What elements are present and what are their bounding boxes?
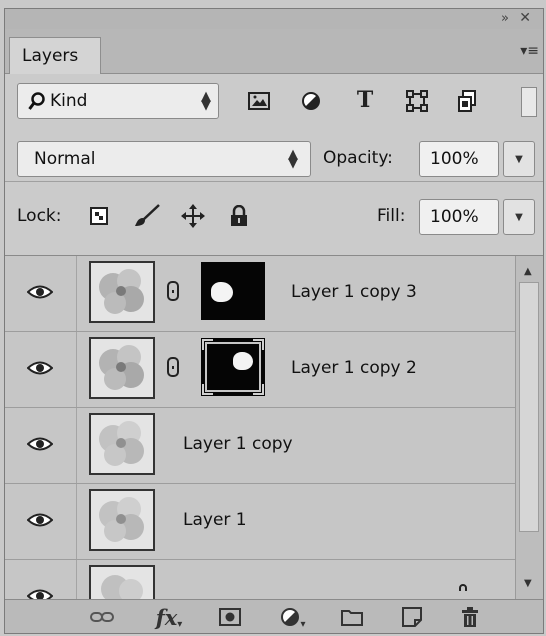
fill-input[interactable]: 100% xyxy=(419,199,499,235)
eye-visibility-icon[interactable] xyxy=(27,436,53,452)
mask-selection-corners xyxy=(202,339,264,395)
bottom-toolbar: fx ▾ ▾ xyxy=(5,599,543,633)
visibility-cell[interactable] xyxy=(5,408,77,483)
mask-link-icon[interactable] xyxy=(167,281,179,301)
blend-row: Normal ▲ ▼ Opacity: 100% ▼ xyxy=(5,127,543,181)
new-group-folder-icon[interactable] xyxy=(337,604,367,630)
layer-row[interactable]: Layer 1 copy 2 xyxy=(5,332,515,408)
layer-thumbnail[interactable] xyxy=(89,413,155,475)
layer-row[interactable]: Layer 1 xyxy=(5,484,515,560)
visibility-cell[interactable] xyxy=(5,256,77,331)
tab-layers[interactable]: Layers xyxy=(9,37,101,74)
fx-label: fx xyxy=(155,604,178,630)
eye-visibility-icon[interactable] xyxy=(27,284,53,300)
tab-layers-label: Layers xyxy=(22,46,79,66)
layer-row-partial[interactable] xyxy=(5,560,515,599)
kind-filter-label: Kind xyxy=(50,91,88,111)
fill-slider-dropdown[interactable]: ▼ xyxy=(503,199,535,235)
filter-row: Kind ▲ ▼ T xyxy=(5,73,543,127)
search-icon xyxy=(28,92,45,110)
lock-all-icon[interactable] xyxy=(223,200,255,232)
panel-menu-icon[interactable]: ▾≡ xyxy=(520,43,539,59)
add-mask-icon[interactable] xyxy=(215,604,245,630)
eye-visibility-icon[interactable] xyxy=(27,512,53,528)
layer-style-fx-icon[interactable]: fx ▾ xyxy=(151,604,187,630)
lock-all-icon xyxy=(459,584,467,591)
fill-label: Fill: xyxy=(377,206,406,226)
scrollbar-thumb[interactable] xyxy=(519,282,539,532)
opacity-label: Opacity: xyxy=(323,148,393,168)
layer-row[interactable]: Layer 1 copy xyxy=(5,408,515,484)
filter-toggle-switch[interactable] xyxy=(521,87,537,117)
lock-transparent-pixels-icon[interactable] xyxy=(83,200,115,232)
visibility-cell[interactable] xyxy=(5,484,77,559)
double-chevron-icon[interactable]: » xyxy=(501,11,509,26)
layer-mask-thumbnail[interactable] xyxy=(201,262,265,320)
delete-trash-icon[interactable] xyxy=(455,604,485,630)
layer-name[interactable]: Layer 1 copy 3 xyxy=(291,282,417,302)
layer-name[interactable]: Layer 1 copy 2 xyxy=(291,358,417,378)
type-layer-filter-icon[interactable]: T xyxy=(349,84,381,116)
lock-image-pixels-icon[interactable] xyxy=(131,200,163,232)
new-layer-icon[interactable] xyxy=(397,604,427,630)
eye-visibility-icon[interactable] xyxy=(27,360,53,376)
layer-row[interactable]: Layer 1 copy 3 xyxy=(5,256,515,332)
opacity-slider-dropdown[interactable]: ▼ xyxy=(503,141,535,177)
kind-filter-dropdown[interactable]: Kind ▲ ▼ xyxy=(17,83,219,119)
scroll-down-arrow-icon[interactable]: ▼ xyxy=(524,578,532,589)
layer-thumbnail[interactable] xyxy=(89,337,155,399)
blend-mode-value: Normal xyxy=(34,149,96,169)
blend-mode-dropdown[interactable]: Normal ▲ ▼ xyxy=(17,141,311,177)
dropdown-arrows-icon: ▲ ▼ xyxy=(288,147,298,171)
smart-object-filter-icon[interactable] xyxy=(451,85,483,117)
visibility-cell[interactable] xyxy=(5,332,77,407)
layer-thumbnail[interactable] xyxy=(89,565,155,599)
visibility-cell[interactable] xyxy=(5,560,77,599)
link-layers-icon[interactable] xyxy=(87,604,117,630)
lock-position-icon[interactable] xyxy=(177,200,209,232)
layers-panel: » ✕ Layers ▾≡ Kind ▲ ▼ T Normal ▲ ▼ Opac… xyxy=(4,8,544,634)
dropdown-arrows-icon: ▲ ▼ xyxy=(201,89,211,113)
panel-top-strip: » ✕ xyxy=(5,9,543,29)
lock-row: Lock: Fill: 100% ▼ xyxy=(5,182,543,255)
opacity-input[interactable]: 100% xyxy=(419,141,499,177)
layer-name[interactable]: Layer 1 xyxy=(183,510,247,530)
panel-tab-bar: Layers ▾≡ xyxy=(5,29,543,74)
layer-thumbnail[interactable] xyxy=(89,261,155,323)
layers-scrollbar[interactable]: ▲ ▼ xyxy=(515,256,543,599)
pixel-layer-filter-icon[interactable] xyxy=(243,85,275,117)
layer-name[interactable]: Layer 1 copy xyxy=(183,434,293,454)
shape-layer-filter-icon[interactable] xyxy=(401,85,433,117)
mask-link-icon[interactable] xyxy=(167,357,179,377)
eye-visibility-icon[interactable] xyxy=(27,588,53,599)
layers-list: Layer 1 copy 3 Layer 1 copy 2 Layer 1 co… xyxy=(5,256,515,599)
close-icon[interactable]: ✕ xyxy=(519,10,531,26)
layer-mask-thumbnail-selected[interactable] xyxy=(201,338,265,396)
adjustment-layer-filter-icon[interactable] xyxy=(295,85,327,117)
layer-thumbnail[interactable] xyxy=(89,489,155,551)
lock-label: Lock: xyxy=(17,206,62,226)
scroll-up-arrow-icon[interactable]: ▲ xyxy=(524,266,532,277)
adjustment-layer-icon[interactable]: ▾ xyxy=(275,604,311,630)
